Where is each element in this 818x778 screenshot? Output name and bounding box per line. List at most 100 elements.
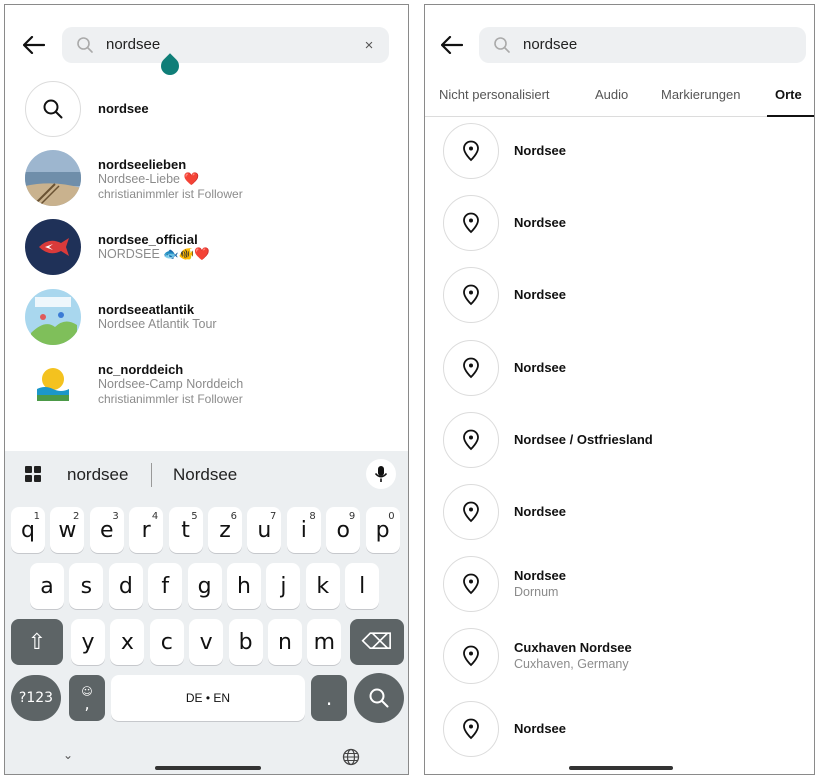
active-tab-indicator [767,115,814,117]
back-arrow-icon[interactable] [437,30,467,60]
place-texts: Nordsee [514,215,566,231]
key-label: t [181,517,190,543]
key-g[interactable]: g [187,563,222,609]
key-i[interactable]: i8 [286,507,321,553]
key-v[interactable]: v [189,619,224,665]
shift-key[interactable]: ⇧ [11,619,63,665]
key-z[interactable]: z6 [208,507,242,553]
result-subtitle: Nordsee-Liebe ❤️ [98,172,200,186]
place-texts: Nordsee [514,143,566,159]
key-h[interactable]: h [227,563,261,609]
key-y[interactable]: y [71,619,105,665]
key-number-hint: 2 [73,511,80,522]
result-subtitle: NORDSEE 🐟🐠❤️ [98,247,210,261]
list-item[interactable]: nordseelieben Nordsee-Liebe ❤️ christian… [25,150,398,206]
suggestion-item[interactable]: nordsee [67,465,128,485]
key-w[interactable]: w2 [50,507,85,553]
key-c[interactable]: c [149,619,184,665]
key-x[interactable]: x [110,619,145,665]
place-texts: Nordsee [514,504,566,520]
key-d[interactable]: d [108,563,143,609]
clear-icon[interactable]: × [359,35,379,55]
backspace-key[interactable]: ⌫ [350,619,404,665]
search-header: nordsee × [5,27,408,63]
list-item[interactable]: nc_norddeich Nordsee-Camp Norddeich chri… [25,355,398,411]
key-u[interactable]: u7 [247,507,282,553]
key-s[interactable]: s [69,563,104,609]
key-number-hint: 3 [112,511,119,522]
key-b[interactable]: b [228,619,263,665]
search-icon [369,688,389,708]
key-number-hint: 9 [348,511,356,522]
place-subtitle: Cuxhaven, Germany [514,657,629,672]
key-q[interactable]: q1 [11,507,45,553]
key-k[interactable]: k [305,563,340,609]
key-n[interactable]: n [268,619,302,665]
tab-audio[interactable]: Audio [595,87,628,102]
location-pin-icon [443,123,499,179]
result-subtitle: Nordsee-Camp Norddeich [98,377,244,391]
location-pin-icon [443,484,499,540]
location-pin-icon [443,628,499,685]
home-indicator[interactable] [569,766,673,770]
key-a[interactable]: a [30,563,64,609]
place-item[interactable]: Nordsee [443,484,804,540]
place-item[interactable]: Nordsee [443,267,804,324]
key-t[interactable]: t5 [168,507,203,553]
key-number-hint: 0 [388,511,395,522]
apps-grid-icon[interactable] [25,466,41,482]
tab-places[interactable]: Orte [775,87,802,102]
tab-not-personalized[interactable]: Nicht personalisiert [439,87,550,102]
result-title: nc_norddeich [98,362,184,377]
home-indicator[interactable] [155,766,261,770]
place-item[interactable]: Nordsee [443,339,804,396]
place-title: Nordsee [514,143,567,158]
suggestion-item[interactable]: Nordsee [173,465,237,485]
key-p[interactable]: p0 [365,507,400,553]
place-title: Nordsee [514,568,567,584]
key-m[interactable]: m [307,619,342,665]
place-item[interactable]: Nordsee Dornum [443,556,804,613]
place-item[interactable]: Cuxhaven Nordsee Cuxhaven, Germany [443,628,804,685]
place-item[interactable]: Nordsee [443,195,804,252]
key-r[interactable]: r4 [129,507,164,553]
result-subtitle: Nordsee Atlantik Tour [98,317,217,331]
key-j[interactable]: j [266,563,301,609]
location-pin-icon [443,195,499,252]
search-key[interactable] [354,673,404,723]
result-title: nordseelieben [98,157,187,172]
avatar [25,150,81,206]
result-title: nordsee_official [98,232,198,247]
key-l[interactable]: l [345,563,380,609]
on-screen-keyboard: nordsee Nordsee q1w2e3r4t5z6u7i8o9p0 asd… [5,451,408,774]
place-item[interactable]: Nordsee [443,700,804,757]
search-input[interactable]: nordsee [479,27,806,63]
list-item[interactable]: nordsee [25,81,398,137]
key-f[interactable]: f [148,563,183,609]
globe-icon[interactable] [342,748,360,766]
list-item[interactable]: nordseeatlantik Nordsee Atlantik Tour [25,289,398,345]
hide-keyboard-icon[interactable]: ⌄ [63,748,73,762]
microphone-icon[interactable] [366,459,396,489]
list-item[interactable]: nordsee_official NORDSEE 🐟🐠❤️ [25,219,398,275]
key-o[interactable]: o9 [326,507,361,553]
result-title: nordseeatlantik [98,302,195,317]
place-texts: Nordsee [514,287,566,303]
place-title: Cuxhaven Nordsee [514,640,632,656]
space-key[interactable]: DE • EN [111,675,305,721]
tab-tags[interactable]: Markierungen [661,87,741,102]
search-icon [25,81,81,137]
place-item[interactable]: Nordsee / Ostfriesland [443,411,804,468]
back-arrow-icon[interactable] [19,30,49,60]
place-item[interactable]: Nordsee [443,123,804,179]
key-label: r [141,517,151,543]
period-key[interactable]: . [311,675,347,721]
key-label: z [219,517,231,543]
search-screen-right: nordsee Nicht personalisiert Audio Marki… [424,4,815,775]
emoji-comma-key[interactable]: ☺ , [69,675,105,721]
place-texts: Cuxhaven Nordsee Cuxhaven, Germany [514,640,632,672]
key-number-hint: 4 [151,511,159,522]
key-e[interactable]: e3 [89,507,124,553]
search-input[interactable]: nordsee × [62,27,389,63]
symbols-key[interactable]: ?123 [11,675,61,721]
